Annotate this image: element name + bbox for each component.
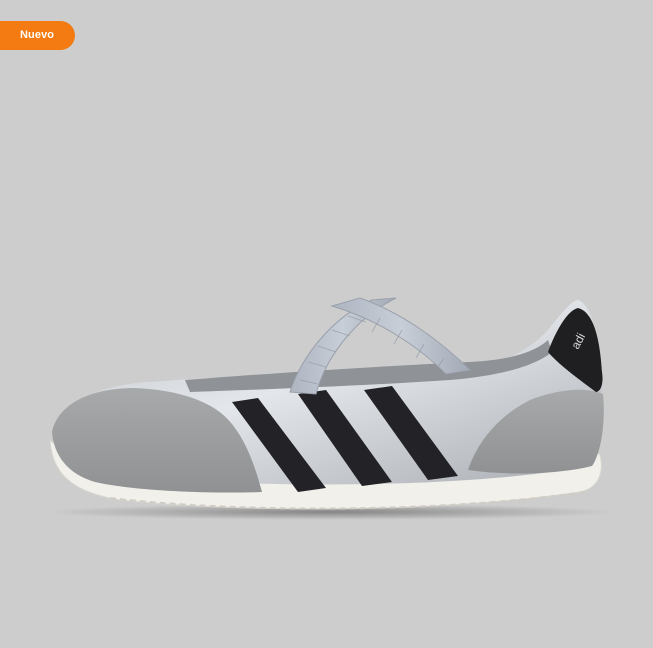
strap-front: [330, 297, 472, 375]
product-shoe-image: adi: [45, 297, 615, 520]
product-image-card[interactable]: Nuevo adi: [0, 0, 653, 648]
